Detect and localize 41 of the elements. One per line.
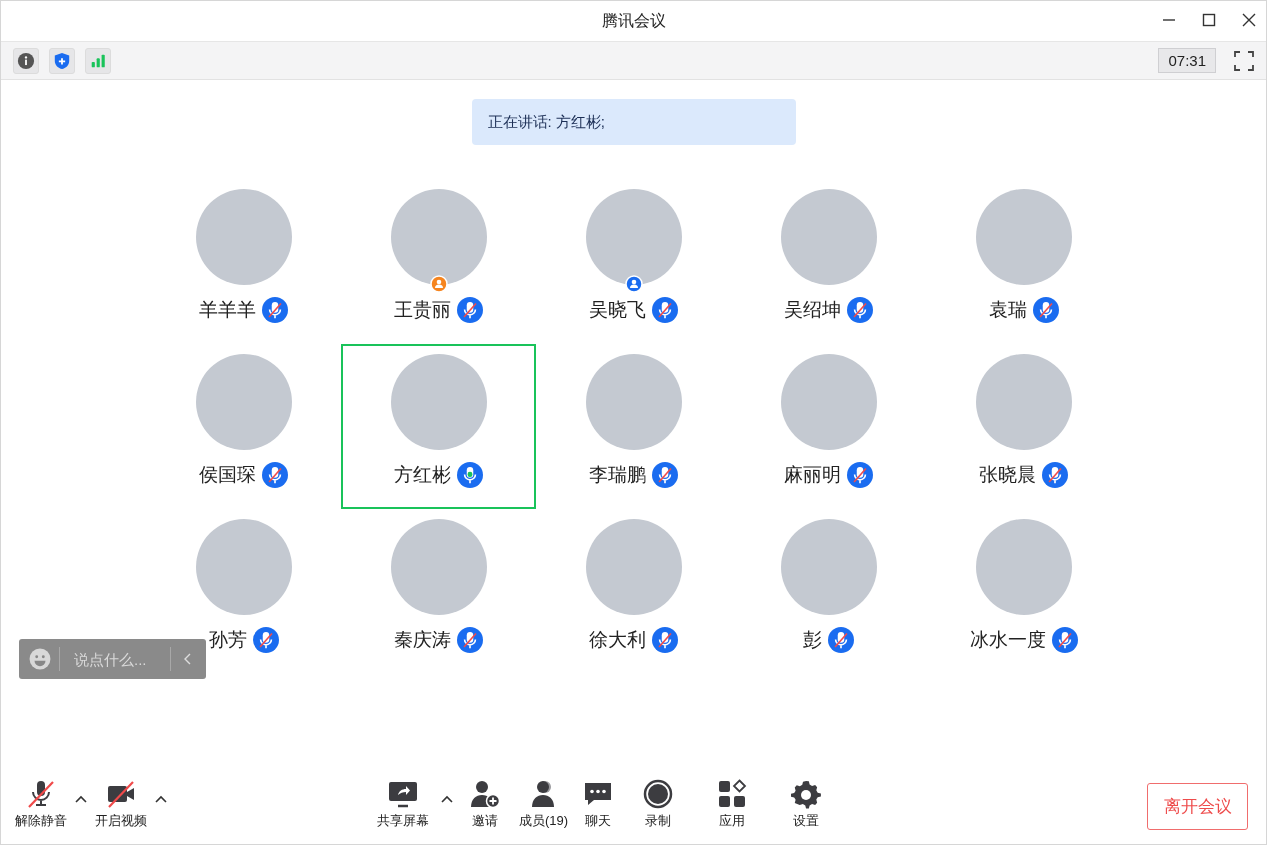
info-button[interactable] [13,47,39,74]
participant-name: 侯国琛 [199,463,256,487]
participant-name: 方红彬 [394,463,451,487]
close-icon[interactable] [1242,13,1256,27]
apps-button[interactable]: 应用 [698,778,767,830]
shield-icon [53,51,71,70]
participant-name: 吴晓飞 [589,298,646,322]
participant-name: 吴绍坤 [784,298,841,322]
members-button[interactable]: 成员(19) [515,778,573,830]
participant-name: 李瑞鹏 [589,463,646,487]
mic-button[interactable]: 解除静音 [11,778,71,830]
participant-name: 张晓晨 [979,463,1036,487]
shield-button[interactable] [49,47,75,74]
participant-name: 冰水一度 [969,628,1046,652]
collapse-icon[interactable] [183,652,193,666]
chat-input-field[interactable]: 说点什么... [68,650,162,668]
participant-name: 麻丽明 [784,463,841,487]
participant-name: 彭 [803,628,822,652]
window-title: 腾讯会议 [601,10,666,31]
caret-icon[interactable] [75,795,87,803]
meeting-timer: 07:31 [1158,48,1216,73]
participant-name: 王贵丽 [394,298,451,322]
caret-icon[interactable] [441,795,453,803]
caret-icon[interactable] [155,795,167,803]
share-button[interactable]: 共享屏幕 [373,778,433,830]
participant-name: 羊羊羊 [199,298,256,322]
chat-input-bar[interactable]: 说点什么... [19,639,206,679]
participant-name: 秦庆涛 [394,628,451,652]
participant-name: 孙芳 [208,628,247,652]
settings-button[interactable]: 设置 [772,778,841,830]
chat-button[interactable]: 聊天 [578,778,619,830]
video-button[interactable]: 开启视频 [91,778,151,830]
info-icon [17,51,35,70]
leave-meeting-button[interactable]: 离开会议 [1147,782,1248,830]
invite-button[interactable]: 邀请 [461,778,509,830]
fullscreen-icon[interactable] [1234,50,1254,71]
participant-name: 袁瑞 [988,298,1027,322]
speaking-banner: 正在讲话: 方红彬; [471,99,796,145]
maximize-icon[interactable] [1202,13,1216,27]
participant-name: 徐大利 [589,628,646,652]
record-button[interactable]: 录制 [624,778,693,830]
